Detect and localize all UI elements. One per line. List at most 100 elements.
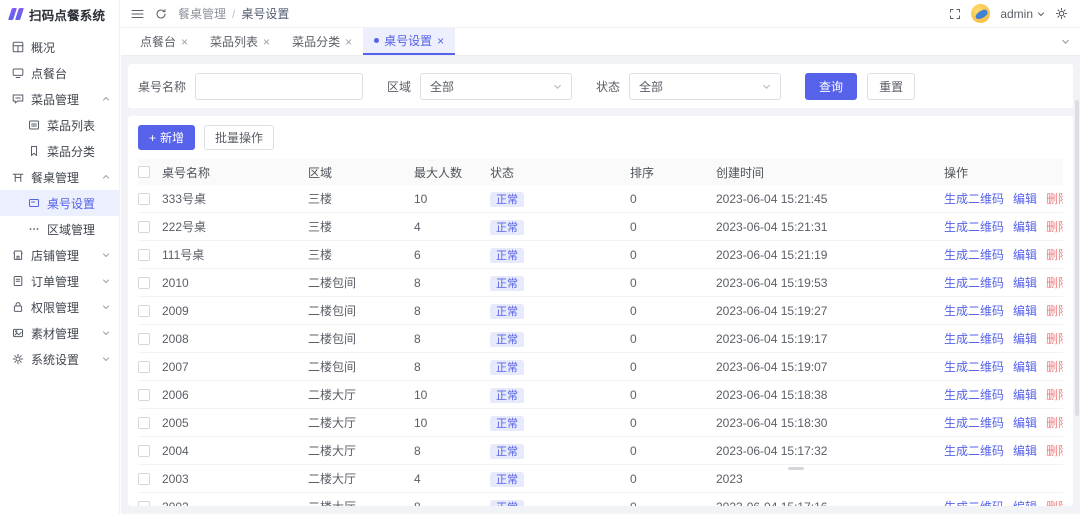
row-checkbox[interactable] <box>138 305 150 317</box>
close-icon[interactable]: × <box>181 36 188 48</box>
row-checkbox[interactable] <box>138 277 150 289</box>
edit-link[interactable]: 编辑 <box>1013 246 1037 263</box>
row-checkbox[interactable] <box>138 333 150 345</box>
edit-link[interactable]: 编辑 <box>1013 302 1037 319</box>
gear-icon[interactable] <box>1055 7 1068 20</box>
generate-qrcode-link[interactable]: 生成二维码 <box>944 246 1004 263</box>
sidebar-item-overview[interactable]: 概况 <box>0 34 119 60</box>
delete-link[interactable]: 删除 <box>1046 190 1063 207</box>
fullscreen-icon[interactable] <box>949 8 961 20</box>
sidebar-item-label: 点餐台 <box>31 65 67 82</box>
tabs-dropdown-chevron-icon[interactable] <box>1061 37 1080 46</box>
row-checkbox[interactable] <box>138 249 150 261</box>
edit-link[interactable]: 编辑 <box>1013 386 1037 403</box>
sidebar-item-order-management[interactable]: 订单管理 <box>0 268 119 294</box>
cell-created-time: 2023-06-04 15:21:45 <box>716 192 944 206</box>
sidebar-item-table-number-settings[interactable]: 桌号设置 <box>0 190 119 216</box>
cell-created-time: 2023-06-04 15:19:17 <box>716 332 944 346</box>
table-row: 333号桌 三楼 10 正常 0 2023-06-04 15:21:45 生成二… <box>138 185 1063 213</box>
generate-qrcode-link[interactable]: 生成二维码 <box>944 358 1004 375</box>
user-menu[interactable]: admin <box>1000 7 1045 21</box>
sidebar-item-order-station[interactable]: 点餐台 <box>0 60 119 86</box>
row-checkbox[interactable] <box>138 389 150 401</box>
chevron-up-icon[interactable] <box>102 95 110 103</box>
generate-qrcode-link[interactable]: 生成二维码 <box>944 302 1004 319</box>
status-select[interactable]: 全部 <box>629 73 781 100</box>
row-checkbox[interactable] <box>138 361 150 373</box>
close-icon[interactable]: × <box>263 36 270 48</box>
close-icon[interactable]: × <box>437 35 444 47</box>
breadcrumb-parent[interactable]: 餐桌管理 <box>178 5 226 22</box>
row-checkbox[interactable] <box>138 193 150 205</box>
delete-link[interactable]: 删除 <box>1046 274 1063 291</box>
edit-link[interactable]: 编辑 <box>1013 498 1037 506</box>
edit-link[interactable]: 编辑 <box>1013 190 1037 207</box>
delete-link[interactable]: 删除 <box>1046 330 1063 347</box>
sidebar-item-area-management[interactable]: 区域管理 <box>0 216 119 242</box>
delete-link[interactable]: 删除 <box>1046 218 1063 235</box>
sidebar-item-material-management[interactable]: 素材管理 <box>0 320 119 346</box>
edit-link[interactable]: 编辑 <box>1013 358 1037 375</box>
edit-link[interactable]: 编辑 <box>1013 330 1037 347</box>
generate-qrcode-link[interactable]: 生成二维码 <box>944 218 1004 235</box>
chevron-down-icon[interactable] <box>102 303 110 311</box>
add-button[interactable]: + 新增 <box>138 125 195 150</box>
tab-order-station[interactable]: 点餐台 × <box>129 28 199 55</box>
reset-button[interactable]: 重置 <box>867 73 915 100</box>
row-checkbox[interactable] <box>138 221 150 233</box>
generate-qrcode-link[interactable]: 生成二维码 <box>944 442 1004 459</box>
generate-qrcode-link[interactable]: 生成二维码 <box>944 274 1004 291</box>
sidebar-item-dish-category[interactable]: 菜品分类 <box>0 138 119 164</box>
chevron-down-icon[interactable] <box>102 251 110 259</box>
table-name-input[interactable] <box>195 73 363 100</box>
row-checkbox[interactable] <box>138 473 150 485</box>
chevron-down-icon[interactable] <box>102 355 110 363</box>
batch-operation-button[interactable]: 批量操作 <box>204 125 274 150</box>
delete-link[interactable]: 删除 <box>1046 358 1063 375</box>
close-icon[interactable]: × <box>345 36 352 48</box>
select-all-checkbox[interactable] <box>138 166 150 178</box>
chevron-down-icon[interactable] <box>102 277 110 285</box>
row-checkbox[interactable] <box>138 501 150 507</box>
collapse-menu-icon[interactable] <box>131 8 144 20</box>
avatar[interactable] <box>971 4 990 23</box>
edit-link[interactable]: 编辑 <box>1013 274 1037 291</box>
sidebar-item-system-settings[interactable]: 系统设置 <box>0 346 119 372</box>
sidebar-item-dish-list[interactable]: 菜品列表 <box>0 112 119 138</box>
edit-link[interactable]: 编辑 <box>1013 218 1037 235</box>
sidebar-item-permission-management[interactable]: 权限管理 <box>0 294 119 320</box>
generate-qrcode-link[interactable]: 生成二维码 <box>944 498 1004 506</box>
row-checkbox[interactable] <box>138 417 150 429</box>
edit-link[interactable]: 编辑 <box>1013 414 1037 431</box>
table-name-label: 桌号名称 <box>138 78 186 95</box>
table-row: 2002 二楼大厅 8 正常 0 2023-06-04 15:17:16 生成二… <box>138 493 1063 506</box>
refresh-icon[interactable] <box>155 8 167 20</box>
dashboard-icon <box>12 41 24 53</box>
row-checkbox[interactable] <box>138 445 150 457</box>
delete-link[interactable]: 删除 <box>1046 302 1063 319</box>
delete-link[interactable]: 删除 <box>1046 246 1063 263</box>
chevron-down-icon[interactable] <box>102 329 110 337</box>
delete-link[interactable]: 删除 <box>1046 386 1063 403</box>
search-button[interactable]: 查询 <box>805 73 857 100</box>
tab-label: 桌号设置 <box>384 32 432 49</box>
vertical-scrollbar[interactable] <box>1075 100 1079 416</box>
delete-link[interactable]: 删除 <box>1046 414 1063 431</box>
generate-qrcode-link[interactable]: 生成二维码 <box>944 330 1004 347</box>
cell-area: 二楼大厅 <box>308 386 414 403</box>
generate-qrcode-link[interactable]: 生成二维码 <box>944 414 1004 431</box>
delete-link[interactable]: 删除 <box>1046 442 1063 459</box>
chevron-up-icon[interactable] <box>102 173 110 181</box>
delete-link[interactable]: 删除 <box>1046 498 1063 506</box>
sidebar-item-table-management[interactable]: 餐桌管理 <box>0 164 119 190</box>
sidebar-item-dish-management[interactable]: 菜品管理 <box>0 86 119 112</box>
tab-dish-category[interactable]: 菜品分类 × <box>281 28 363 55</box>
sidebar-item-shop-management[interactable]: 店铺管理 <box>0 242 119 268</box>
edit-link[interactable]: 编辑 <box>1013 442 1037 459</box>
generate-qrcode-link[interactable]: 生成二维码 <box>944 386 1004 403</box>
generate-qrcode-link[interactable]: 生成二维码 <box>944 190 1004 207</box>
cell-max-people: 10 <box>414 192 490 206</box>
area-select[interactable]: 全部 <box>420 73 572 100</box>
tab-dish-list[interactable]: 菜品列表 × <box>199 28 281 55</box>
tab-table-number-settings[interactable]: 桌号设置 × <box>363 28 455 55</box>
